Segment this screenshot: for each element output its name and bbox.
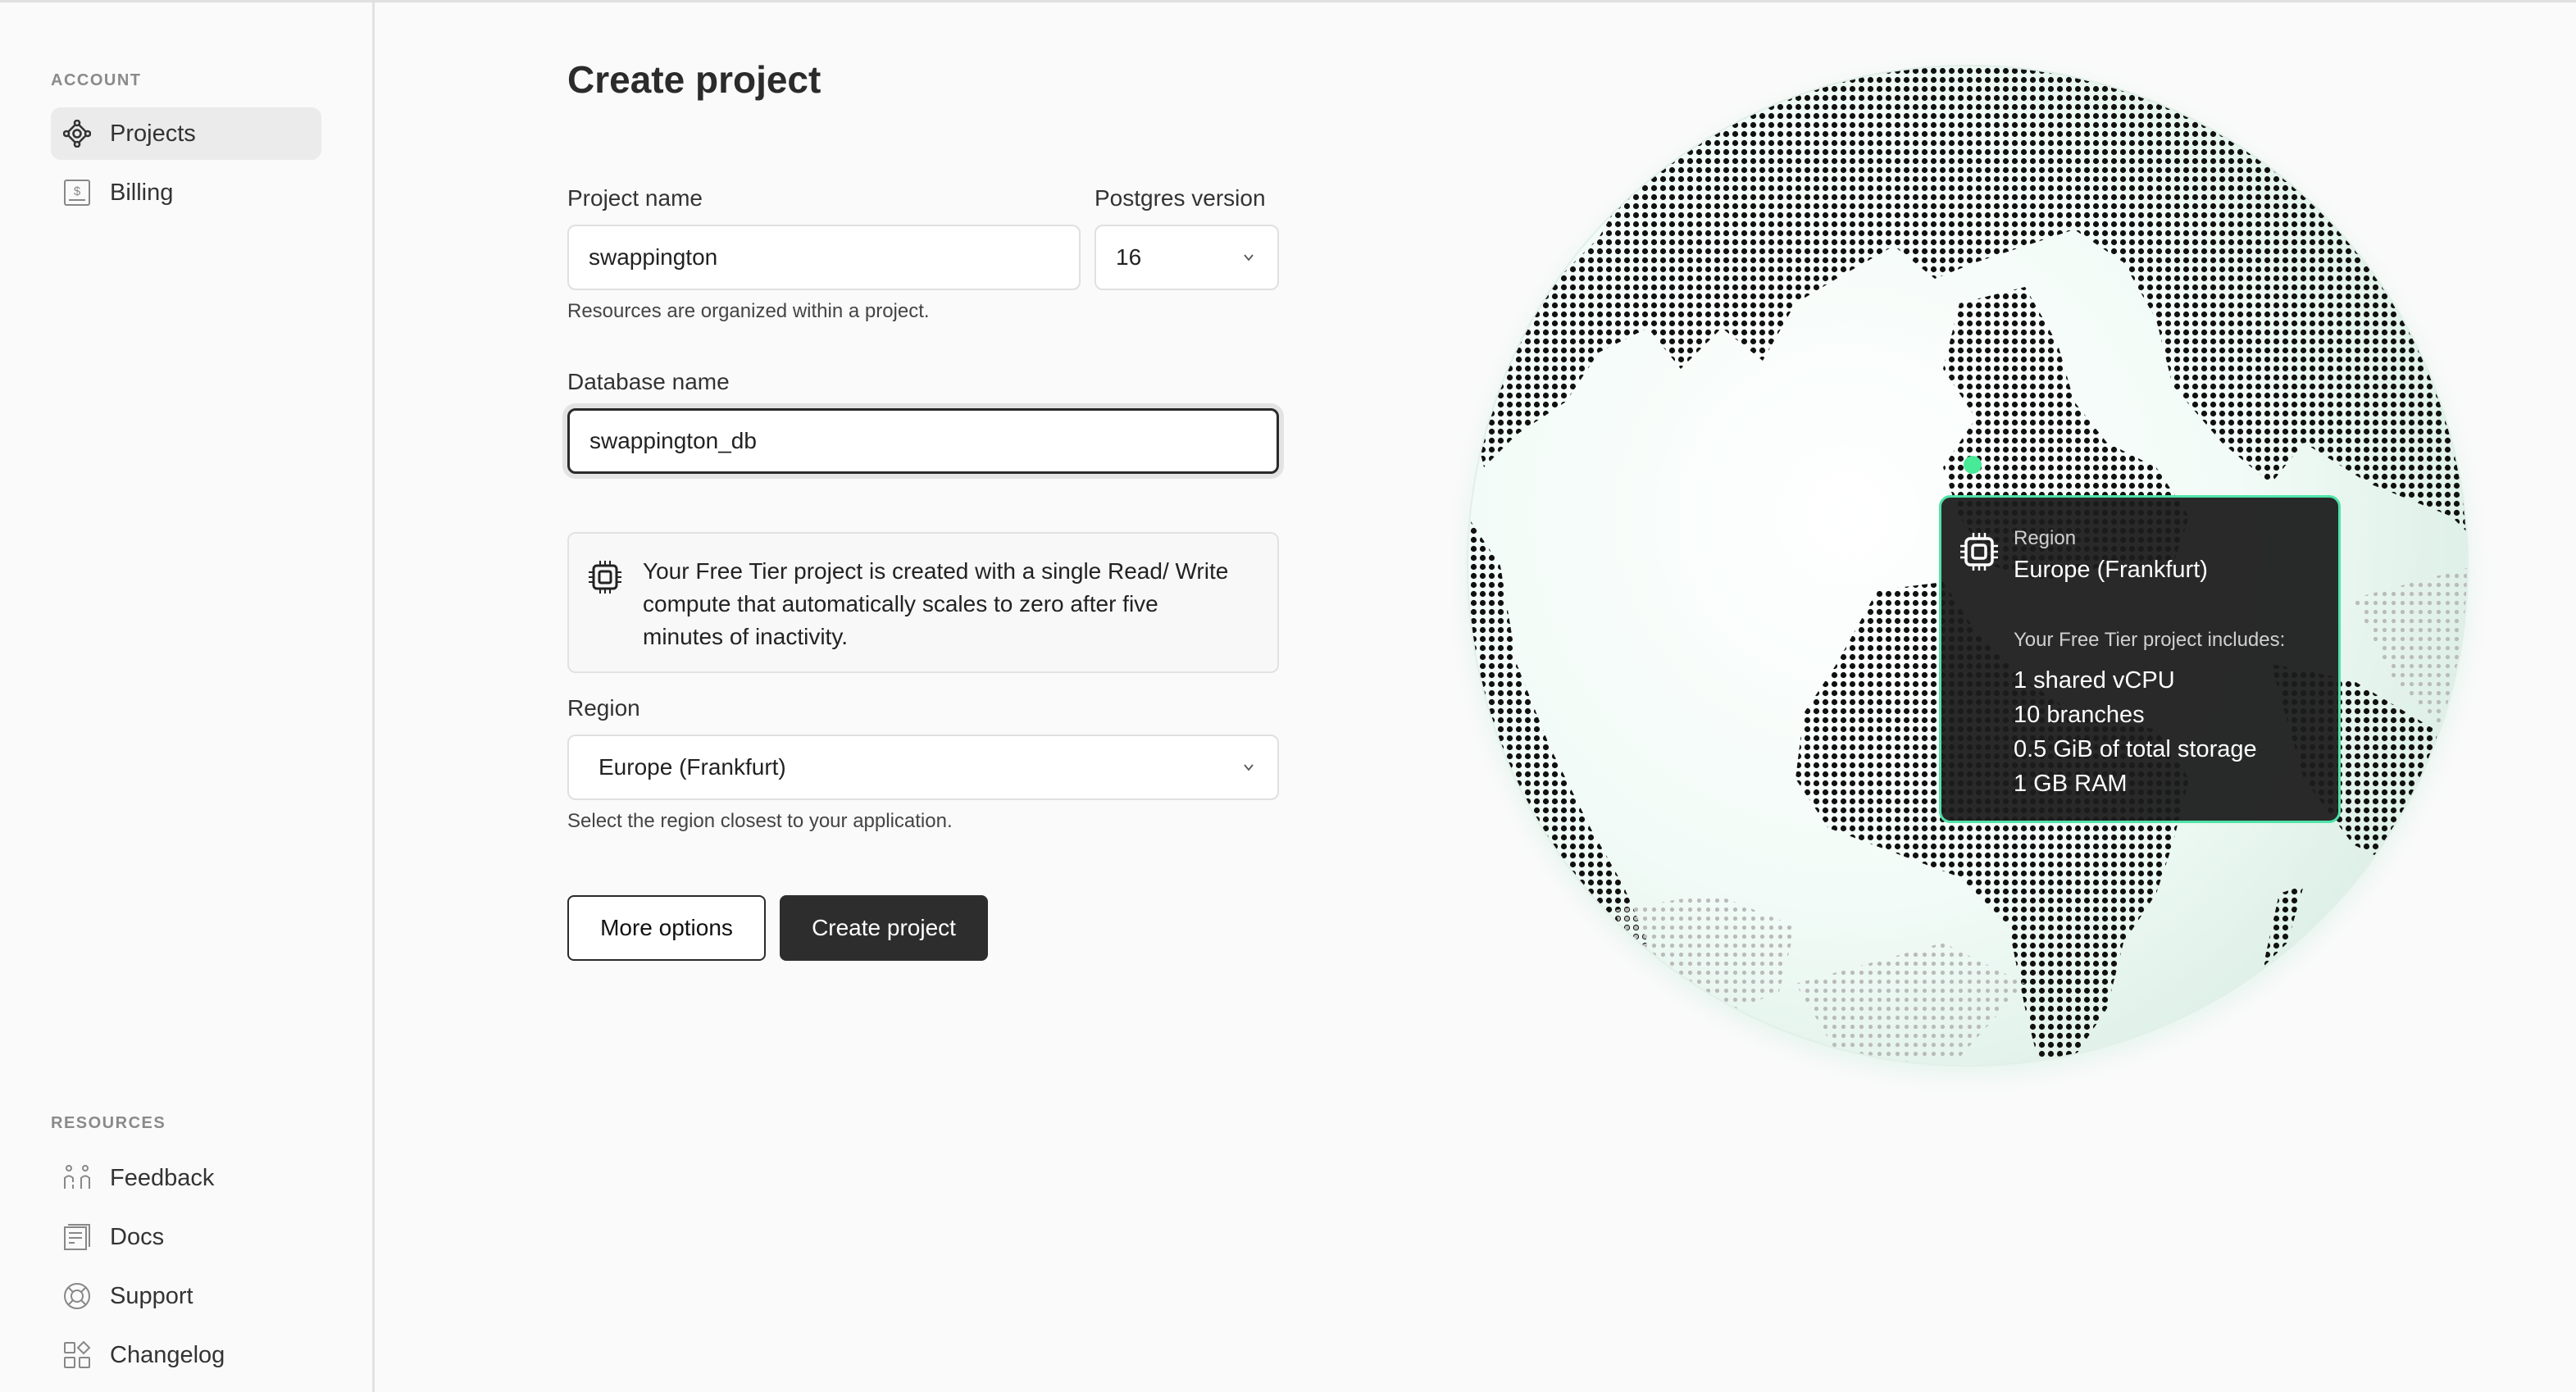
sidebar: ACCOUNT Projects $ Billing RESOURCES Fee…: [0, 2, 375, 1392]
sidebar-item-label: Support: [110, 1282, 193, 1309]
create-project-form: Create project Project name swappington …: [566, 0, 1304, 1392]
region-value: Europe (Frankfurt): [598, 754, 786, 780]
sidebar-item-projects[interactable]: Projects: [51, 107, 321, 160]
more-options-button[interactable]: More options: [567, 895, 766, 961]
tooltip-region: Europe (Frankfurt): [2014, 557, 2208, 583]
feature-item: 10 branches: [2014, 702, 2145, 728]
region-select[interactable]: Europe (Frankfurt): [567, 735, 1279, 800]
region-tooltip: Region Europe (Frankfurt) Your Free Tier…: [1939, 495, 2341, 823]
tooltip-includes-label: Your Free Tier project includes:: [2014, 629, 2286, 651]
feedback-icon: [62, 1163, 92, 1193]
tooltip-label: Region: [2014, 527, 2077, 549]
sidebar-item-changelog[interactable]: Changelog: [51, 1329, 321, 1381]
feature-item: 1 GB RAM: [2014, 771, 2128, 797]
chip-icon: [589, 560, 621, 598]
resources-section-label: RESOURCES: [51, 1114, 166, 1132]
sidebar-item-label: Docs: [110, 1223, 165, 1250]
region-marker[interactable]: [1964, 456, 1982, 474]
database-name-value: swappington_db: [589, 428, 757, 453]
project-name-value: swappington: [589, 244, 718, 270]
sidebar-item-label: Projects: [110, 120, 196, 147]
feature-item: 1 shared vCPU: [2014, 667, 2175, 694]
postgres-version-label: Postgres version: [1095, 185, 1266, 211]
billing-icon: $: [62, 178, 92, 207]
region-hint: Select the region closest to your applic…: [567, 810, 953, 832]
create-project-button[interactable]: Create project: [780, 895, 988, 961]
chevron-down-icon: [1244, 254, 1254, 262]
sidebar-item-support[interactable]: Support: [51, 1270, 321, 1322]
projects-icon: [62, 119, 92, 148]
database-name-label: Database name: [567, 369, 730, 394]
postgres-version-value: 16: [1116, 244, 1142, 270]
docs-icon: [62, 1222, 92, 1252]
page-title: Create project: [567, 58, 821, 101]
sidebar-item-label: Feedback: [110, 1164, 215, 1191]
database-name-input[interactable]: swappington_db: [567, 408, 1279, 474]
notice-text: Your Free Tier project is created with a…: [643, 558, 1229, 649]
project-name-input[interactable]: swappington: [567, 225, 1081, 290]
project-name-hint: Resources are organized within a project…: [567, 300, 930, 322]
feature-item: 0.5 GiB of total storage: [2014, 736, 2257, 762]
svg-text:$: $: [74, 184, 81, 198]
sidebar-item-label: Billing: [110, 179, 174, 206]
project-name-label: Project name: [567, 185, 703, 211]
sidebar-item-docs[interactable]: Docs: [51, 1211, 321, 1263]
sidebar-item-label: Changelog: [110, 1341, 225, 1368]
postgres-version-select[interactable]: 16: [1095, 225, 1279, 290]
sidebar-item-billing[interactable]: $ Billing: [51, 166, 321, 219]
chip-icon: [1959, 532, 1999, 575]
tooltip-features-list: 1 shared vCPU 10 branches 0.5 GiB of tot…: [2014, 663, 2257, 801]
account-section-label: ACCOUNT: [51, 71, 142, 89]
chevron-down-icon: [1244, 764, 1254, 771]
free-tier-notice: Your Free Tier project is created with a…: [567, 532, 1279, 673]
region-label: Region: [567, 695, 640, 721]
sidebar-item-feedback[interactable]: Feedback: [51, 1152, 321, 1204]
support-icon: [62, 1281, 92, 1311]
changelog-icon: [62, 1340, 92, 1370]
